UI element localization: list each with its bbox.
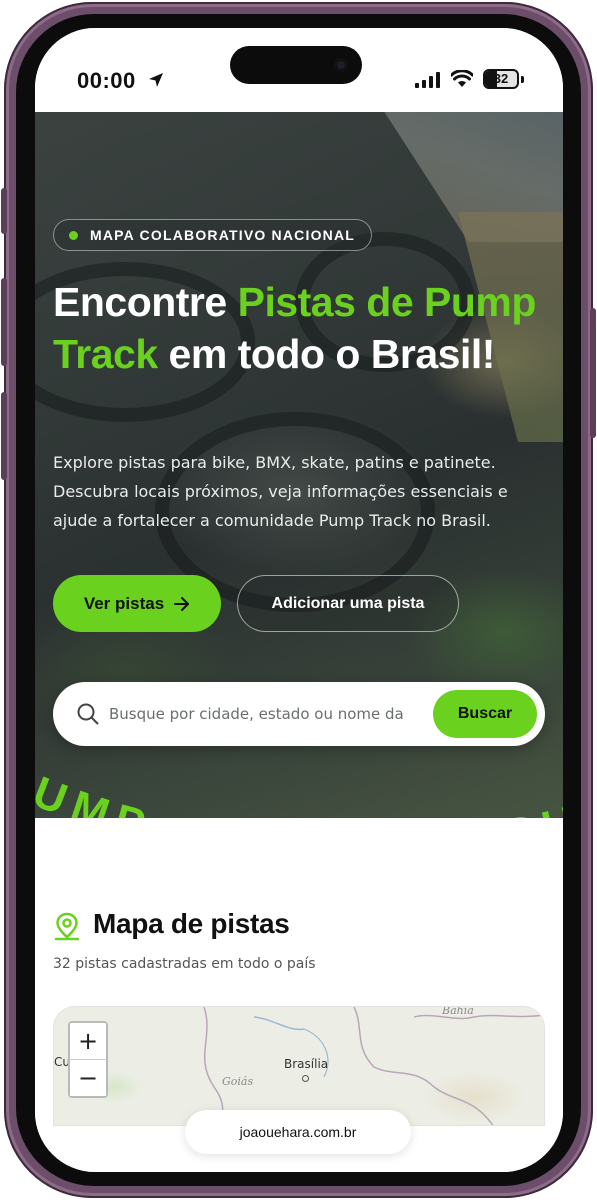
hero-section: MAPA COLABORATIVO NACIONAL Encontre Pist… xyxy=(35,112,563,818)
search-input[interactable] xyxy=(109,700,409,728)
view-tracks-button[interactable]: Ver pistas xyxy=(53,575,221,632)
section-title: Mapa de pistas xyxy=(93,908,290,939)
status-time: 00:00 xyxy=(77,68,136,93)
view-tracks-label: Ver pistas xyxy=(83,593,165,613)
camera-icon xyxy=(334,58,348,72)
battery-level: 32 xyxy=(493,71,509,86)
arrow-right-icon xyxy=(174,596,190,611)
phone-volume-up-button xyxy=(1,278,7,366)
hero-badge: MAPA COLABORATIVO NACIONAL xyxy=(53,219,373,251)
map-zoom-control: + − xyxy=(68,1021,108,1098)
status-bar: 00:00 32 xyxy=(35,28,563,112)
tracks-map[interactable]: Bahia Brasília Goiás Cu + − xyxy=(53,1006,545,1126)
phone-screen: 00:00 32 MAPA COLABORATIVO NACIONAL Enco… xyxy=(35,28,563,1172)
hero-title: Encontre Pistas de Pump Track em todo o … xyxy=(53,276,543,380)
hero-description: Explore pistas para bike, BMX, skate, pa… xyxy=(53,453,508,530)
location-arrow-icon xyxy=(149,73,163,87)
hero-title-part1: Encontre xyxy=(53,279,238,325)
hero-title-part2: em todo o Brasil! xyxy=(157,331,496,377)
section-subtitle: 32 pistas cadastradas em todo o país xyxy=(53,956,316,972)
map-pin-icon xyxy=(54,912,80,941)
map-label-brasilia: Brasília xyxy=(284,1057,329,1071)
browser-url-bar[interactable]: joaouehara.com.br xyxy=(185,1110,411,1154)
dynamic-island xyxy=(230,46,362,84)
wifi-icon xyxy=(451,70,473,87)
map-label-goias: Goiás xyxy=(222,1075,254,1088)
browser-url: joaouehara.com.br xyxy=(239,1124,357,1140)
search-icon xyxy=(77,703,99,725)
badge-dot xyxy=(69,231,78,240)
phone-volume-down-button xyxy=(1,392,7,480)
search-button[interactable]: Buscar xyxy=(433,690,537,738)
add-track-button[interactable]: Adicionar uma pista xyxy=(237,575,459,632)
phone-action-button xyxy=(1,188,7,234)
map-city-marker xyxy=(302,1075,309,1082)
battery-icon: 32 xyxy=(483,69,519,89)
zoom-out-button[interactable]: − xyxy=(70,1060,106,1096)
map-label-bahia: Bahia xyxy=(442,1006,474,1017)
signal-icon xyxy=(415,72,440,88)
phone-power-button xyxy=(590,308,596,438)
zoom-in-button[interactable]: + xyxy=(70,1023,106,1059)
search-bar: Buscar xyxy=(53,682,545,746)
battery-nub xyxy=(521,76,524,83)
badge-label: MAPA COLABORATIVO NACIONAL xyxy=(90,227,356,243)
